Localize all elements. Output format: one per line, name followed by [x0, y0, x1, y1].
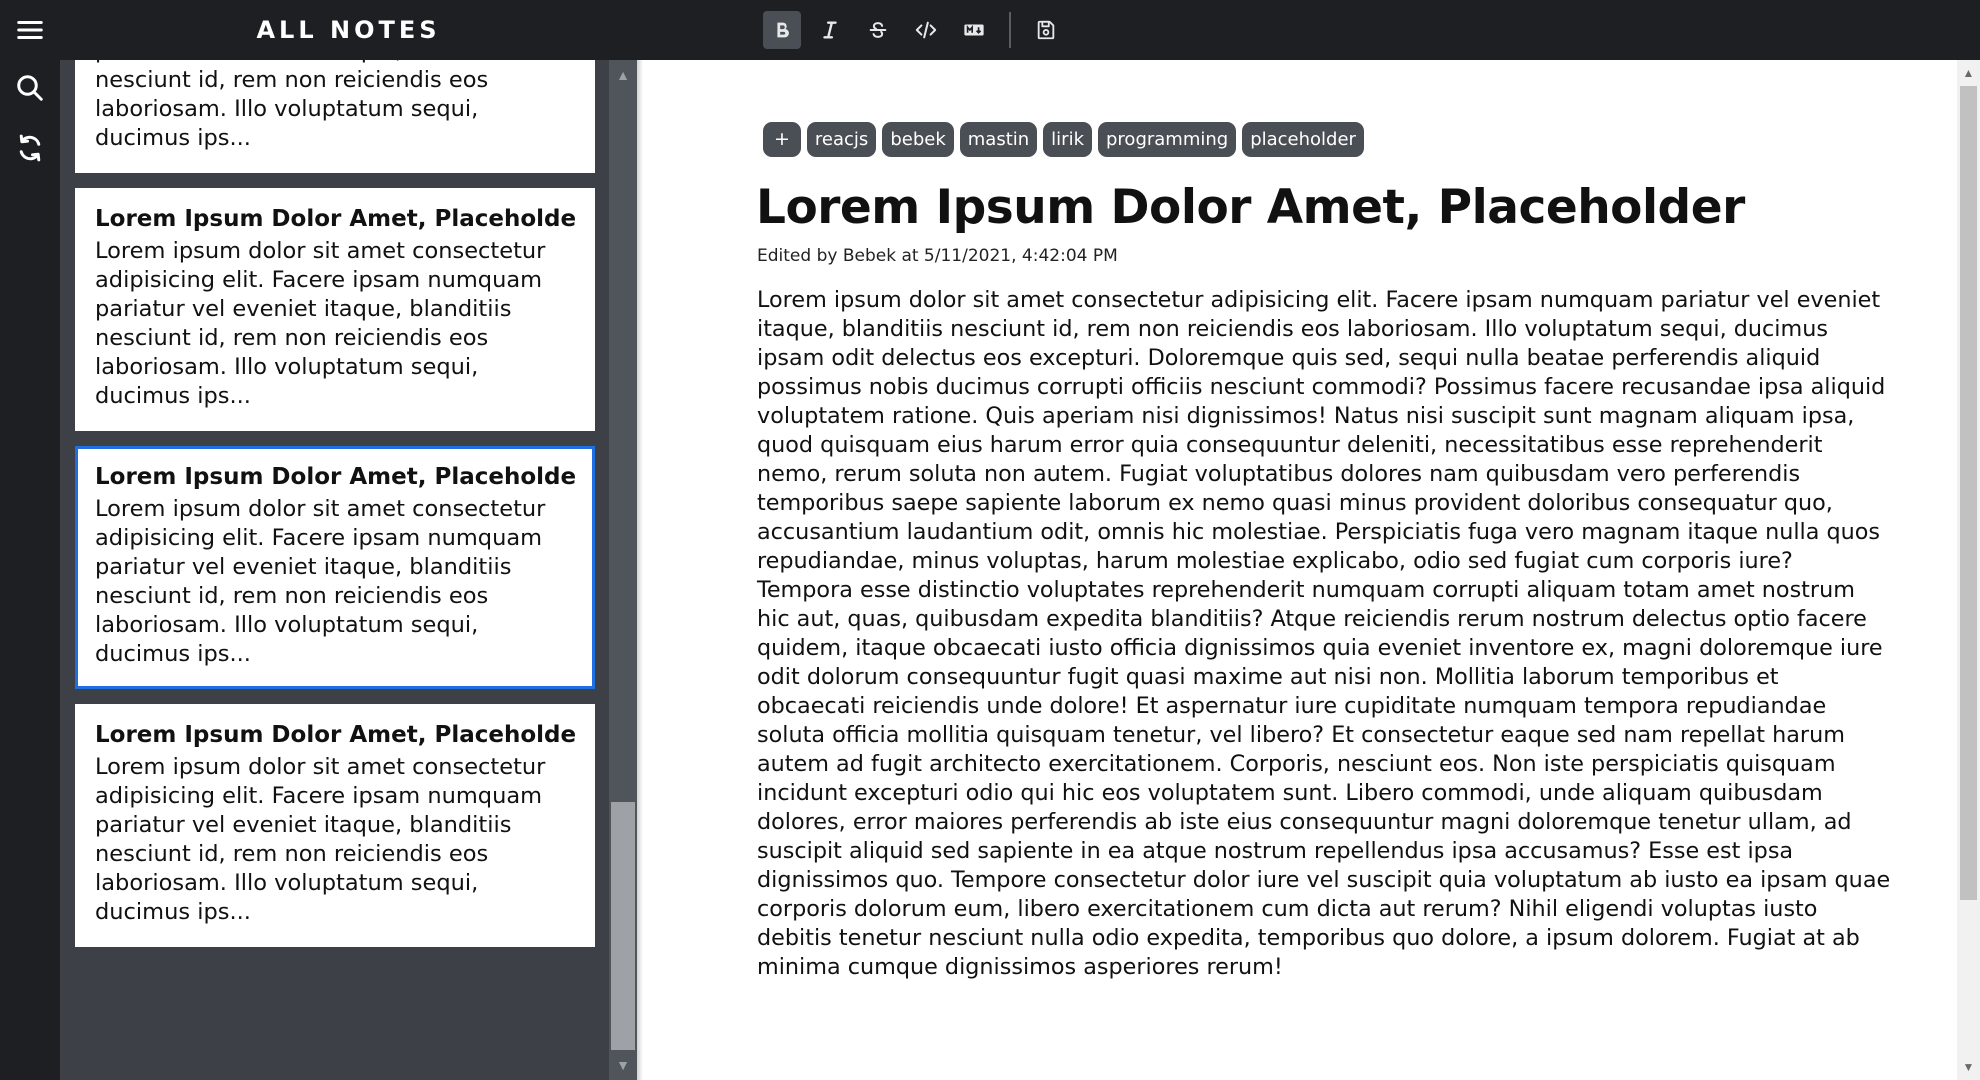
scrollbar-thumb[interactable]	[1960, 86, 1977, 900]
scroll-up-arrow-icon[interactable]: ▲	[1957, 62, 1980, 84]
note-card-preview: Lorem ipsum dolor sit amet consectetur a…	[95, 60, 511, 151]
note-card-title: Lorem Ipsum Dolor Amet, Placeholder	[95, 206, 575, 232]
hamburger-menu-icon[interactable]	[10, 10, 50, 50]
notes-list-panel: Lorem Ipsum Dolor Amet, Placeholder Lorem…	[60, 60, 637, 1080]
notes-list: Lorem Ipsum Dolor Amet, Placeholder Lorem…	[75, 60, 595, 962]
scroll-down-arrow-icon[interactable]: ▼	[609, 1052, 637, 1078]
markdown-icon[interactable]	[955, 11, 993, 49]
note-card-preview: Lorem ipsum dolor sit amet consectetur a…	[95, 754, 546, 925]
note-card[interactable]: Lorem Ipsum Dolor Amet, PlaceholderLorem…	[75, 60, 595, 173]
save-icon[interactable]	[1027, 11, 1065, 49]
scrollbar-thumb[interactable]	[611, 802, 635, 1050]
tag-reacjs[interactable]: reacjs	[806, 122, 877, 157]
sync-icon[interactable]	[10, 128, 50, 168]
bold-icon[interactable]	[763, 11, 801, 49]
tag-programming[interactable]: programming	[1098, 122, 1237, 157]
add-tag-button[interactable]: +	[763, 122, 801, 157]
tag-bebek[interactable]: bebek	[882, 122, 954, 157]
italic-icon[interactable]	[811, 11, 849, 49]
note-card-preview: Lorem ipsum dolor sit amet consectetur a…	[95, 238, 546, 409]
scroll-up-arrow-icon[interactable]: ▲	[609, 62, 637, 88]
icon-rail	[0, 0, 60, 1080]
notes-list-scrollbar[interactable]: ▲ ▼	[609, 60, 637, 1080]
note-card-preview: Lorem ipsum dolor sit amet consectetur a…	[95, 496, 546, 667]
tag-list: + reacjs bebek mastin lirik programming place…	[763, 122, 1364, 157]
tag-placeholder[interactable]: placeholder	[1242, 122, 1364, 157]
note-card[interactable]: Lorem Ipsum Dolor Amet, Placeholder Lorem…	[75, 446, 595, 689]
editor-shadow	[637, 60, 643, 1080]
toolbar-divider	[1009, 12, 1011, 48]
scroll-down-arrow-icon[interactable]: ▼	[1957, 1056, 1980, 1078]
editor-scrollbar[interactable]: ▲ ▼	[1957, 60, 1980, 1080]
note-edit-info: Edited by Bebek at 5/11/2021, 4:42:04 PM	[757, 246, 1118, 266]
code-icon[interactable]	[907, 11, 945, 49]
note-card-title: Lorem Ipsum Dolor Amet, Placeholder	[95, 464, 575, 490]
note-title[interactable]: Lorem Ipsum Dolor Amet, Placeholder	[756, 180, 1745, 235]
note-card[interactable]: Lorem Ipsum Dolor Amet, Placeholder Lorem…	[75, 704, 595, 947]
editor-toolbar	[637, 0, 1980, 60]
tag-lirik[interactable]: lirik	[1043, 122, 1092, 157]
strikethrough-icon[interactable]	[859, 11, 897, 49]
note-card-title: Lorem Ipsum Dolor Amet, Placeholder	[95, 722, 575, 748]
search-icon[interactable]	[10, 68, 50, 108]
note-body[interactable]: Lorem ipsum dolor sit amet consectetur a…	[757, 286, 1892, 982]
note-editor[interactable]: + reacjs bebek mastin lirik programming place…	[637, 60, 1957, 1080]
note-card[interactable]: Lorem Ipsum Dolor Amet, Placeholder Lorem…	[75, 188, 595, 431]
notes-panel-title: ALL NOTES	[60, 0, 637, 60]
tag-mastin[interactable]: mastin	[959, 122, 1038, 157]
